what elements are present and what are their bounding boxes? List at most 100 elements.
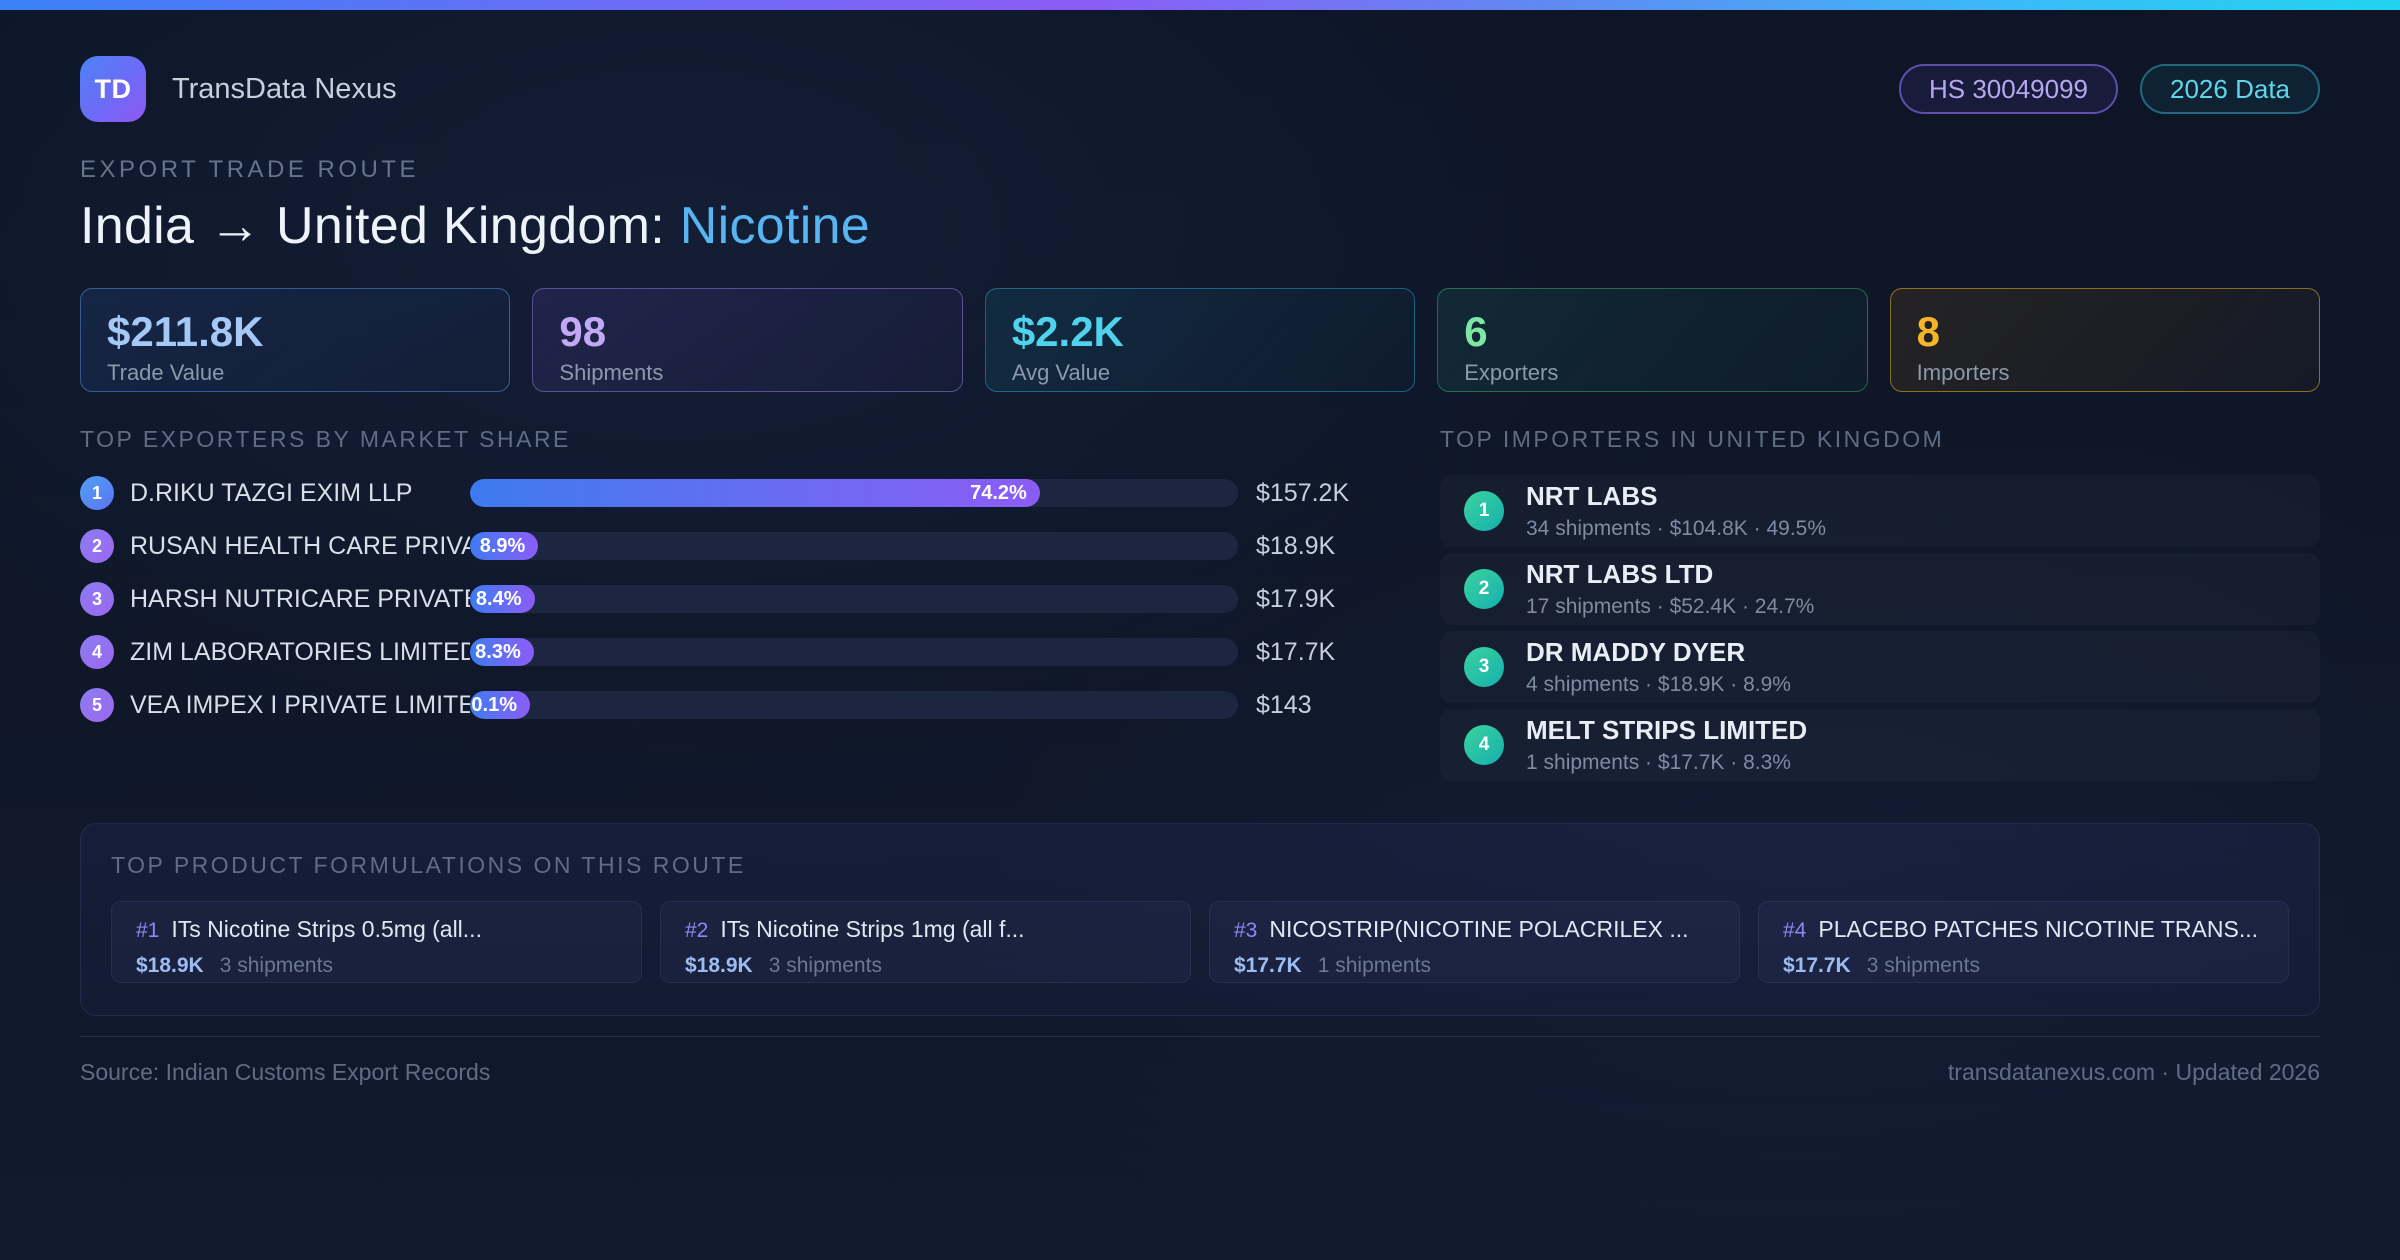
product-meta-row: $17.7K 1 shipments <box>1234 954 1715 978</box>
importer-info: NRT LABS 34 shipments · $104.8K · 49.5% <box>1526 481 1826 541</box>
exporter-name: HARSH NUTRICARE PRIVATE LI... <box>130 584 470 613</box>
stat-label: Trade Value <box>107 360 225 386</box>
importer-card: 4 MELT STRIPS LIMITED 1 shipments · $17.… <box>1440 709 2320 781</box>
importer-name: DR MADDY DYER <box>1526 636 1746 667</box>
rank-badge: 3 <box>1464 647 1504 687</box>
stat-card-importers: 8 Importers <box>1889 288 2321 392</box>
product-title-row: #3 NICOSTRIP(NICOTINE POLACRILEX ... <box>1234 916 1715 943</box>
market-share-bar-track: 8.9% <box>470 532 1238 560</box>
product-value: $17.7K <box>1783 954 1851 977</box>
exporter-row: 3 HARSH NUTRICARE PRIVATE LI... 8.4% $17… <box>80 581 1378 617</box>
market-share-bar-fill: 8.9% <box>470 532 539 560</box>
stat-card-exporters: 6 Exporters <box>1437 288 1868 392</box>
exporter-name: VEA IMPEX I PRIVATE LIMITED <box>130 690 470 719</box>
importer-info: DR MADDY DYER 4 shipments · $18.9K · 8.9… <box>1526 637 1791 697</box>
market-share-percent: 8.3% <box>475 640 521 663</box>
rank-badge: 4 <box>1464 725 1504 765</box>
stat-value: $211.8K <box>107 307 264 355</box>
exporter-row: 4 ZIM LABORATORIES LIMITED 8.3% $17.7K <box>80 634 1378 670</box>
exporter-value: $143 <box>1256 690 1312 719</box>
rank-badge: 2 <box>1464 569 1504 609</box>
importer-name: MELT STRIPS LIMITED <box>1526 714 1808 745</box>
page-container: TD TransData Nexus HS 30049099 2026 Data… <box>0 10 2400 1086</box>
stat-label: Exporters <box>1464 360 1559 386</box>
exporter-value: $18.9K <box>1256 531 1336 560</box>
market-share-bar-track: 0.1% <box>470 691 1238 719</box>
importer-meta: 34 shipments · $104.8K · 49.5% <box>1526 517 1827 541</box>
importers-section: TOP IMPORTERS IN UNITED KINGDOM 1 NRT LA… <box>1440 426 2320 787</box>
product-shipments: 3 shipments <box>1866 954 1980 977</box>
exporter-row: 5 VEA IMPEX I PRIVATE LIMITED 0.1% $143 <box>80 687 1378 723</box>
rank-badge: 3 <box>80 582 114 616</box>
importer-card: 3 DR MADDY DYER 4 shipments · $18.9K · 8… <box>1440 631 2320 703</box>
product-shipments: 3 shipments <box>768 954 882 977</box>
product-rank: #3 <box>1234 919 1258 942</box>
rank-badge: 4 <box>80 635 114 669</box>
exporter-row: 1 D.RIKU TAZGI EXIM LLP 74.2% $157.2K <box>80 475 1378 511</box>
market-share-bar-fill: 74.2% <box>470 479 1040 507</box>
main-columns: TOP EXPORTERS BY MARKET SHARE 1 D.RIKU T… <box>80 426 2320 787</box>
stat-label: Importers <box>1916 360 2010 386</box>
hs-code-badge[interactable]: HS 30049099 <box>1898 64 2119 114</box>
product-shipments: 3 shipments <box>219 954 333 977</box>
product-card: #3 NICOSTRIP(NICOTINE POLACRILEX ... $17… <box>1209 901 1740 983</box>
product-value: $18.9K <box>685 954 753 977</box>
page-title: India → United Kingdom: Nicotine <box>80 196 2320 256</box>
product-rank: #1 <box>136 919 160 942</box>
market-share-percent: 0.1% <box>471 693 517 716</box>
product-name: ITs Nicotine Strips 0.5mg (all... <box>171 916 482 942</box>
app-logo: TD <box>80 56 146 122</box>
exporter-name: D.RIKU TAZGI EXIM LLP <box>130 478 413 507</box>
stat-value: 6 <box>1464 307 1488 355</box>
product-value: $18.9K <box>136 954 204 977</box>
product-rank: #4 <box>1783 919 1807 942</box>
product-title-row: #1 ITs Nicotine Strips 0.5mg (all... <box>136 916 617 943</box>
header-badges: HS 30049099 2026 Data <box>1898 64 2320 114</box>
rank-badge: 1 <box>1464 491 1504 531</box>
product-name: NICOSTRIP(NICOTINE POLACRILEX ... <box>1269 916 1689 942</box>
products-grid: #1 ITs Nicotine Strips 0.5mg (all... $18… <box>111 901 2289 983</box>
product-shipments: 1 shipments <box>1317 954 1431 977</box>
products-heading: TOP PRODUCT FORMULATIONS ON THIS ROUTE <box>111 852 746 878</box>
market-share-bar-track: 74.2% <box>470 479 1238 507</box>
product-meta-row: $18.9K 3 shipments <box>685 954 1166 978</box>
stat-card-trade-value: $211.8K Trade Value <box>80 288 511 392</box>
product-meta-row: $17.7K 3 shipments <box>1783 954 2264 978</box>
rank-badge: 2 <box>80 529 114 563</box>
stat-value: $2.2K <box>1011 307 1124 355</box>
stat-value: 8 <box>1916 307 1940 355</box>
exporter-value: $17.7K <box>1256 637 1336 666</box>
market-share-bar-fill: 8.4% <box>470 585 535 613</box>
stat-label: Shipments <box>559 360 664 386</box>
importer-info: NRT LABS LTD 17 shipments · $52.4K · 24.… <box>1526 559 1814 619</box>
market-share-percent: 74.2% <box>970 481 1027 504</box>
eyebrow-label: EXPORT TRADE ROUTE <box>80 156 420 183</box>
product-value: $17.7K <box>1234 954 1302 977</box>
footer: Source: Indian Customs Export Records tr… <box>80 1037 2320 1086</box>
importer-meta: 17 shipments · $52.4K · 24.7% <box>1526 595 1815 619</box>
product-title-row: #4 PLACEBO PATCHES NICOTINE TRANS... <box>1783 916 2264 943</box>
market-share-percent: 8.4% <box>475 587 522 610</box>
market-share-percent: 8.9% <box>479 534 526 557</box>
importer-card: 1 NRT LABS 34 shipments · $104.8K · 49.5… <box>1440 475 2320 547</box>
stat-label: Avg Value <box>1011 360 1111 386</box>
product-rank: #2 <box>685 919 709 942</box>
importers-heading: TOP IMPORTERS IN UNITED KINGDOM <box>1440 426 1945 452</box>
importer-meta: 4 shipments · $18.9K · 8.9% <box>1526 673 1791 697</box>
header: TD TransData Nexus HS 30049099 2026 Data <box>80 56 2320 122</box>
footer-site: transdatanexus.com · Updated 2026 <box>1947 1059 2320 1085</box>
exporters-section: TOP EXPORTERS BY MARKET SHARE 1 D.RIKU T… <box>80 426 1378 740</box>
page-title-main: India → United Kingdom: <box>80 197 680 255</box>
data-year-badge[interactable]: 2026 Data <box>2140 64 2320 114</box>
brand: TD TransData Nexus <box>80 56 397 122</box>
exporter-name: ZIM LABORATORIES LIMITED <box>130 637 470 666</box>
products-panel: TOP PRODUCT FORMULATIONS ON THIS ROUTE #… <box>80 823 2320 1016</box>
stat-card-avg-value: $2.2K Avg Value <box>984 288 1416 392</box>
product-name: PLACEBO PATCHES NICOTINE TRANS... <box>1818 916 2258 942</box>
exporter-name: RUSAN HEALTH CARE PRIVATE ... <box>130 531 470 560</box>
importer-name: NRT LABS <box>1526 480 1658 511</box>
page-title-accent: Nicotine <box>679 197 871 255</box>
top-accent-bar <box>0 0 2400 10</box>
importer-name: NRT LABS LTD <box>1526 558 1714 589</box>
importer-info: MELT STRIPS LIMITED 1 shipments · $17.7K… <box>1526 715 1807 775</box>
